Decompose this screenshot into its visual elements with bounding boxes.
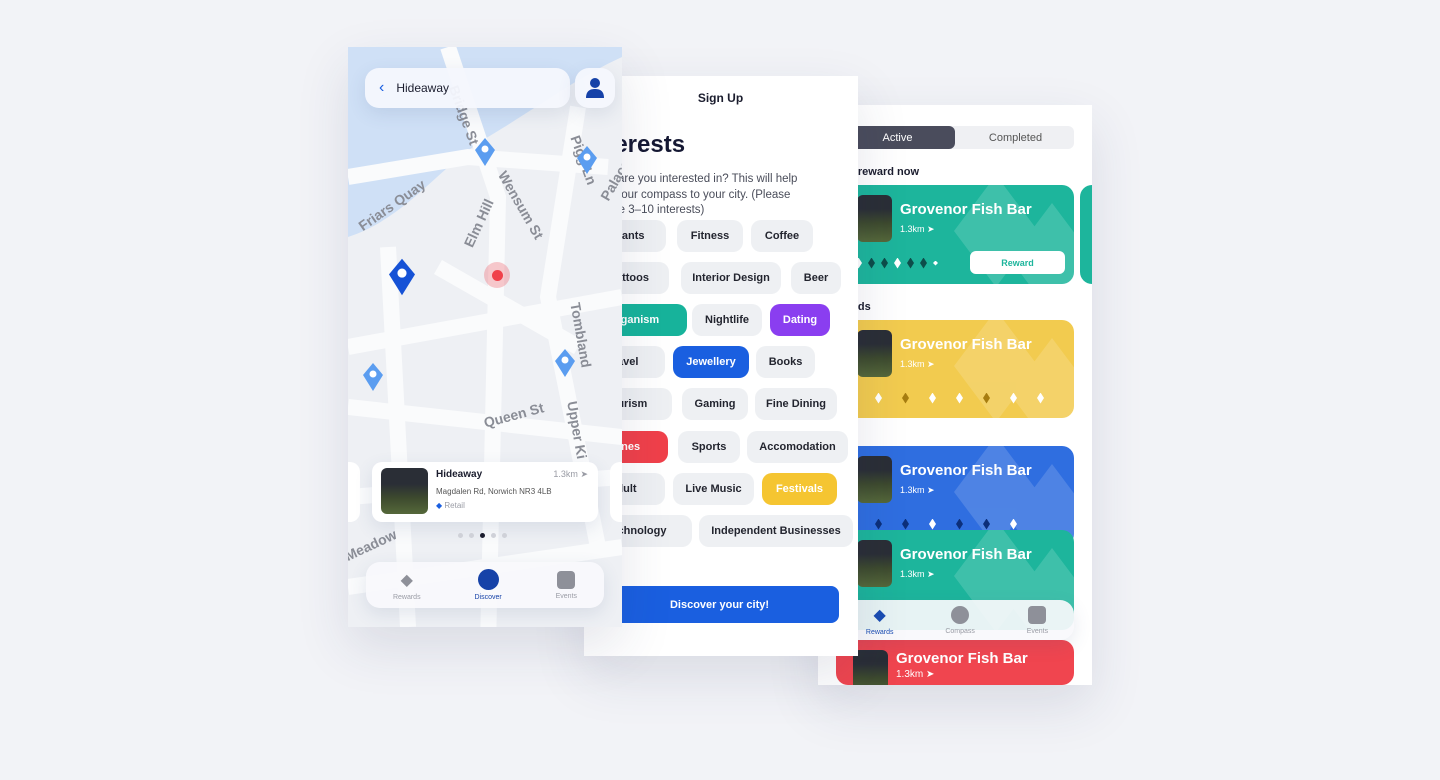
carousel-dot[interactable] — [458, 533, 463, 538]
loyalty-card[interactable]: Grovenor Fish Bar 1.3km ➤ — [836, 640, 1074, 685]
interest-chip[interactable]: Nightlife — [692, 304, 762, 336]
place-category: ◆ Retail — [436, 501, 465, 510]
interest-chip[interactable]: Live Music — [673, 473, 754, 505]
rewards-icon: ◆ — [400, 571, 413, 589]
map-pin-icon[interactable] — [555, 349, 575, 377]
nav-events[interactable]: Events — [556, 570, 577, 600]
reward-button[interactable]: Reward — [970, 251, 1065, 274]
discover-city-button[interactable]: Discover your city! — [600, 586, 839, 623]
card-title: Grovenor Fish Bar — [896, 650, 1028, 667]
rewards-screen: Active Completed Claim your reward now G… — [818, 105, 1092, 685]
interest-chip[interactable]: Independent Businesses — [699, 515, 853, 547]
compass-icon — [477, 569, 499, 590]
card-title: Grovenor Fish Bar — [900, 462, 1032, 479]
interest-chip[interactable]: Festivals — [762, 473, 837, 505]
nav-rewards[interactable]: ◆ Rewards — [393, 570, 421, 601]
interest-chip[interactable]: Dating — [770, 304, 830, 336]
bottom-nav: ◆ Rewards Discover Events — [366, 562, 604, 608]
interest-chip[interactable]: Sports — [678, 431, 740, 463]
compass-icon — [951, 605, 970, 624]
diamond-icon: ◆ — [436, 501, 443, 510]
stamp-progress — [846, 518, 1066, 530]
interest-chip[interactable]: Books — [756, 346, 815, 378]
header-title: Hideaway — [396, 81, 450, 95]
map-pin-icon[interactable] — [475, 138, 495, 166]
venue-thumbnail — [857, 330, 892, 377]
interest-chip[interactable]: Fitness — [677, 220, 743, 252]
place-card[interactable]: Hideaway 1.3km ➤ Magdalen Rd, Norwich NR… — [372, 462, 598, 522]
map-screen: Friars Quay Elm Hill Wensum St Queen St … — [348, 47, 622, 627]
tab-switch: Active Completed — [840, 126, 1074, 149]
card-title: Grovenor Fish Bar — [900, 546, 1032, 563]
bottom-nav: ◆ Rewards Compass Events — [840, 600, 1074, 640]
user-icon — [586, 78, 604, 98]
reward-card[interactable]: Grovenor Fish Bar 1.3km ➤ Reward — [840, 185, 1074, 284]
nav-events[interactable]: Events — [1027, 605, 1048, 635]
interest-chip[interactable]: Gaming — [682, 388, 748, 420]
carousel-dot[interactable] — [502, 533, 507, 538]
interest-chip[interactable]: Interior Design — [681, 262, 781, 294]
carousel-dot[interactable] — [491, 533, 496, 538]
venue-thumbnail — [853, 650, 888, 685]
place-distance: 1.3km ➤ — [553, 469, 588, 479]
screen-title: Sign Up — [697, 91, 744, 105]
interest-chip[interactable]: Coffee — [751, 220, 813, 252]
interest-chip[interactable]: Beer — [791, 262, 841, 294]
card-distance: 1.3km ➤ — [900, 359, 935, 369]
next-place-card[interactable] — [610, 462, 622, 522]
nav-compass[interactable]: Compass — [945, 605, 975, 635]
place-address: Magdalen Rd, Norwich NR3 4LB — [436, 487, 552, 496]
carousel-dot[interactable] — [469, 533, 474, 538]
signup-screen: Sign Up Interests What are you intereste… — [584, 76, 858, 656]
card-distance: 1.3km ➤ — [900, 224, 935, 234]
tab-completed[interactable]: Completed — [957, 126, 1074, 149]
venue-thumbnail — [857, 456, 892, 503]
carousel-dot[interactable] — [480, 533, 485, 538]
next-reward-card[interactable] — [1080, 185, 1092, 284]
rewards-icon: ◆ — [873, 606, 886, 624]
profile-button[interactable] — [575, 68, 615, 108]
interest-chip[interactable]: Accomodation — [747, 431, 848, 463]
map-pin-icon[interactable] — [577, 146, 597, 174]
card-distance: 1.3km ➤ — [900, 569, 935, 579]
nav-rewards[interactable]: ◆ Rewards — [866, 605, 894, 636]
interest-chip[interactable]: Jewellery — [673, 346, 749, 378]
card-title: Grovenor Fish Bar — [900, 336, 1032, 353]
card-distance: 1.3km ➤ — [896, 669, 935, 680]
card-title: Grovenor Fish Bar — [900, 201, 1032, 218]
carousel-dots — [458, 533, 507, 538]
venue-thumbnail — [857, 195, 892, 242]
calendar-icon — [557, 570, 576, 589]
interest-chip[interactable]: Fine Dining — [755, 388, 837, 420]
stamp-progress — [846, 392, 1046, 404]
search-header[interactable]: ‹ Hideaway — [365, 68, 570, 108]
back-chevron-icon[interactable]: ‹ — [379, 79, 384, 97]
calendar-icon — [1028, 605, 1047, 624]
map-pin-icon[interactable] — [363, 363, 383, 391]
card-distance: 1.3km ➤ — [900, 485, 935, 495]
navigation-arrow-icon: ➤ — [927, 224, 935, 234]
loyalty-card[interactable]: Grovenor Fish Bar 1.3km ➤ — [840, 320, 1074, 418]
selected-map-pin-icon[interactable] — [389, 258, 415, 296]
navigation-arrow-icon: ➤ — [580, 469, 588, 479]
venue-thumbnail — [857, 540, 892, 587]
prev-place-card[interactable] — [348, 462, 360, 522]
place-thumbnail — [381, 468, 428, 514]
nav-discover[interactable]: Discover — [474, 569, 502, 601]
place-name: Hideaway — [436, 469, 483, 480]
current-location-icon — [484, 262, 510, 288]
